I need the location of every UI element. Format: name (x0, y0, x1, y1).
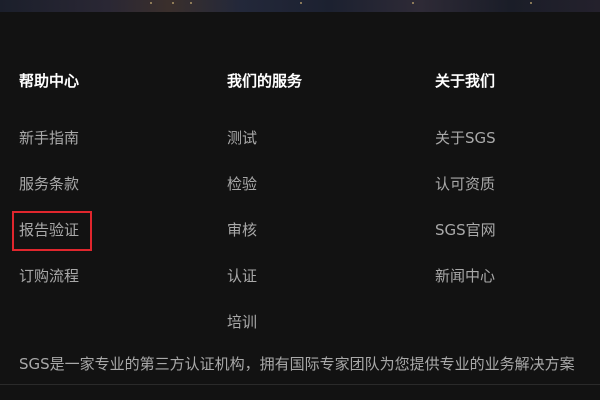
link-accreditation[interactable]: 认可资质 (435, 173, 495, 194)
link-certification[interactable]: 认证 (227, 265, 257, 286)
banner-light (150, 2, 152, 4)
banner-light (530, 2, 532, 4)
column-title-services: 我们的服务 (227, 72, 303, 90)
highlight-box (12, 211, 92, 251)
link-audit[interactable]: 审核 (227, 219, 257, 240)
link-beginner-guide[interactable]: 新手指南 (19, 127, 79, 148)
link-sgs-official-site[interactable]: SGS官网 (435, 219, 496, 240)
banner-light (412, 2, 414, 4)
link-testing[interactable]: 测试 (227, 127, 257, 148)
banner-light (190, 2, 192, 4)
link-order-process[interactable]: 订购流程 (19, 265, 79, 286)
link-service-terms[interactable]: 服务条款 (19, 173, 79, 194)
column-title-about: 关于我们 (435, 72, 496, 90)
banner-light (300, 2, 302, 4)
footer-page: 帮助中心 新手指南 服务条款 报告验证 订购流程 我们的服务 测试 检验 审核 … (0, 0, 600, 400)
banner-light (172, 2, 174, 4)
footer-divider (0, 384, 600, 385)
column-title-help: 帮助中心 (19, 72, 80, 90)
company-description: SGS是一家专业的第三方认证机构，拥有国际专家团队为您提供专业的业务解决方案 (19, 355, 575, 373)
link-inspection[interactable]: 检验 (227, 173, 257, 194)
link-training[interactable]: 培训 (227, 311, 257, 332)
link-news-center[interactable]: 新闻中心 (435, 265, 495, 286)
link-about-sgs[interactable]: 关于SGS (435, 127, 496, 148)
city-banner-image (0, 0, 600, 12)
